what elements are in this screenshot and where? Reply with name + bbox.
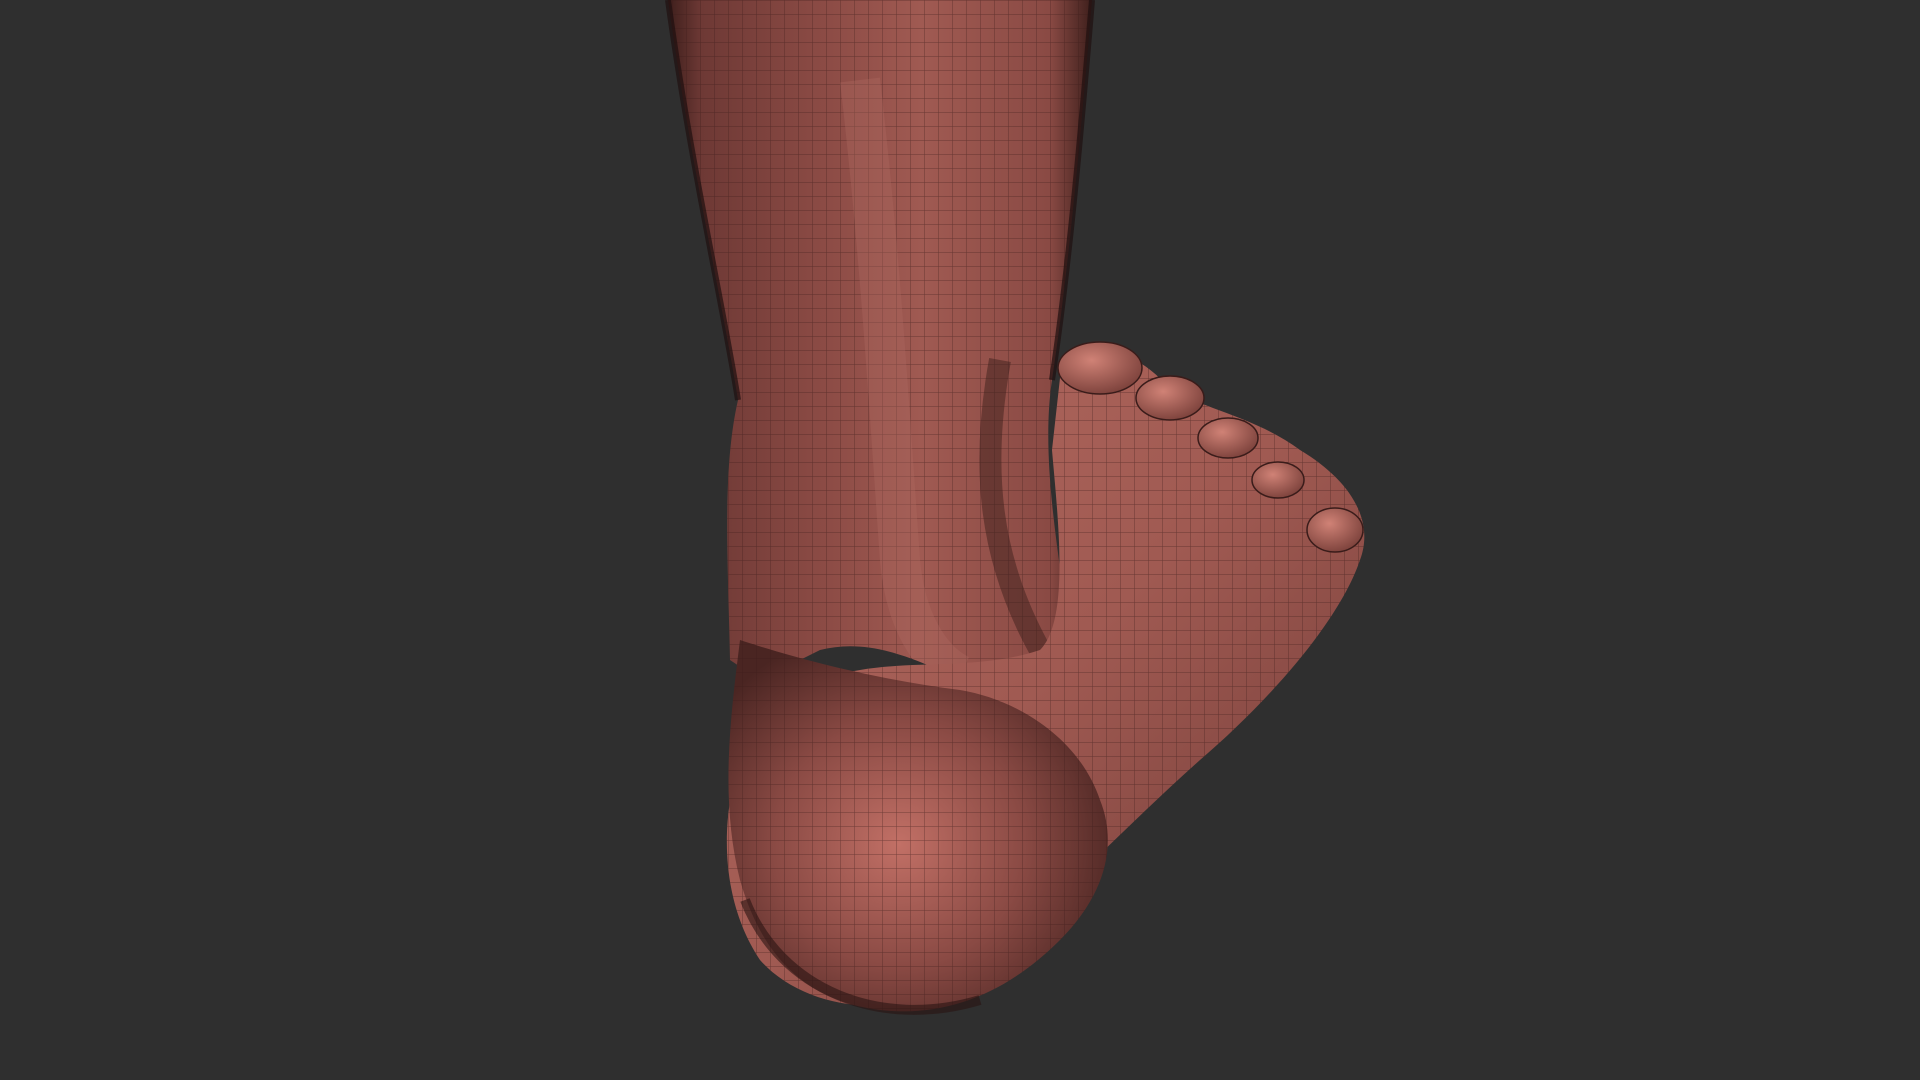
foot-mesh-render [665, 0, 1365, 1015]
third-toe [1197, 417, 1259, 459]
little-toe [1306, 507, 1364, 553]
fourth-toe [1251, 461, 1305, 499]
second-toe [1135, 375, 1205, 421]
3d-viewport[interactable] [0, 0, 1920, 1080]
big-toe [1057, 341, 1143, 395]
leg-shape [668, 0, 1092, 692]
